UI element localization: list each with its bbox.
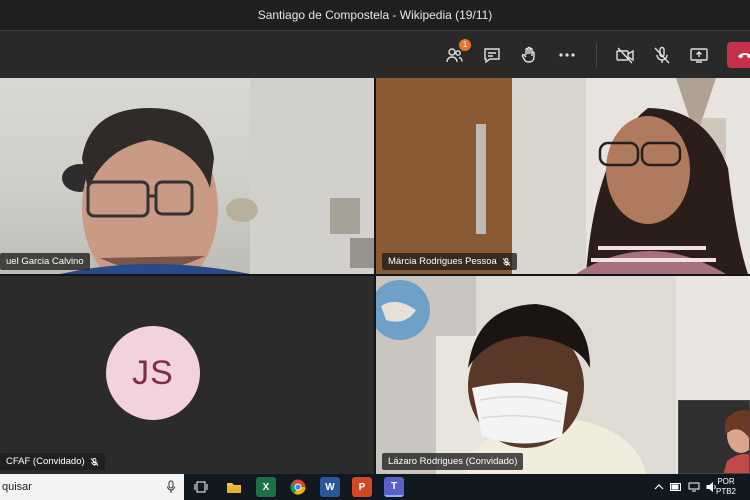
keyboard-layout: PTB2: [716, 487, 737, 496]
raise-hand-button[interactable]: [516, 42, 542, 68]
window-title: Santiago de Compostela - Wikipedia (19/1…: [0, 0, 750, 30]
camera-off-icon: [616, 47, 634, 64]
battery-icon[interactable]: [670, 483, 682, 491]
mic-muted-icon: [90, 457, 99, 466]
video-grid: uel Garcia Calvino Márcia Rodrigues Pess…: [0, 78, 750, 474]
teams-icon[interactable]: T: [384, 477, 404, 497]
participant-tile[interactable]: Márcia Rodrigues Pessoa: [376, 78, 750, 274]
hang-up-button[interactable]: [727, 42, 750, 68]
chat-button[interactable]: [479, 42, 505, 68]
language-code: POR: [717, 477, 735, 486]
participant-name: Lázaro Rodrigues (Convidado): [388, 456, 518, 467]
chevron-up-icon[interactable]: [654, 483, 664, 491]
input-language-indicator[interactable]: POR PTB2: [716, 477, 736, 497]
participant-video: [60, 78, 374, 274]
participant-name-tag: Lázaro Rodrigues (Convidado): [382, 453, 524, 470]
microphone-icon[interactable]: [166, 480, 176, 494]
participant-name-tag: CFAF (Convidado): [0, 453, 105, 470]
participant-name: CFAF (Convidado): [6, 456, 85, 467]
raise-hand-icon: [521, 46, 535, 63]
chrome-icon[interactable]: [288, 477, 308, 497]
chat-icon: [484, 48, 500, 64]
powerpoint-icon[interactable]: P: [352, 477, 372, 497]
participant-name-tag: uel Garcia Calvino: [0, 253, 90, 270]
camera-toggle-button[interactable]: [612, 42, 638, 68]
self-video: [679, 401, 749, 473]
task-view-icon[interactable]: [191, 477, 211, 497]
word-icon[interactable]: W: [320, 477, 340, 497]
share-screen-button[interactable]: [686, 42, 712, 68]
share-screen-icon: [690, 48, 708, 63]
taskbar-search-box[interactable]: quisar: [0, 474, 184, 500]
meeting-toolbar: 1: [0, 30, 750, 78]
windows-taskbar: quisar X W P T POR PTB2: [0, 474, 750, 500]
network-icon[interactable]: [688, 482, 700, 492]
participants-button[interactable]: 1: [441, 39, 471, 68]
more-options-button[interactable]: [554, 42, 580, 68]
mic-muted-icon: [502, 257, 511, 266]
participant-video: [376, 78, 750, 274]
file-explorer-icon[interactable]: [224, 477, 244, 497]
participant-name-tag: Márcia Rodrigues Pessoa: [382, 253, 517, 270]
participant-tile[interactable]: JS CFAF (Convidado): [0, 276, 374, 474]
self-view-video[interactable]: [678, 400, 750, 474]
participant-tile[interactable]: uel Garcia Calvino: [0, 78, 374, 274]
participant-avatar: JS: [106, 326, 200, 420]
participant-name: uel Garcia Calvino: [6, 256, 84, 267]
hang-up-icon: [738, 53, 750, 59]
more-options-icon: [559, 53, 575, 57]
toolbar-divider: [596, 43, 597, 67]
system-tray: [654, 474, 718, 500]
mic-muted-icon: [654, 46, 670, 64]
participant-name: Márcia Rodrigues Pessoa: [388, 256, 497, 267]
taskbar-search-text: quisar: [2, 481, 32, 493]
excel-icon[interactable]: X: [256, 477, 276, 497]
participants-badge: 1: [459, 39, 471, 51]
mic-toggle-button[interactable]: [649, 42, 675, 68]
